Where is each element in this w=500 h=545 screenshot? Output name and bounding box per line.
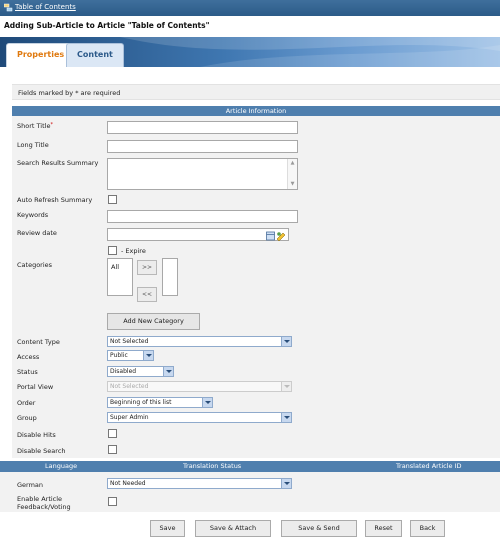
portal-view-label: Portal View [17, 383, 54, 391]
required-marker: * [50, 122, 53, 128]
keywords-input[interactable] [107, 210, 298, 223]
access-select[interactable]: Public [107, 350, 154, 361]
chevron-down-icon[interactable] [281, 479, 291, 488]
selected-categories-list[interactable] [162, 258, 178, 296]
enable-feedback-checkbox[interactable] [108, 497, 117, 506]
disable-hits-label: Disable Hits [17, 431, 56, 439]
expire-checkbox[interactable] [108, 246, 117, 255]
enable-feedback-label-line2: Feedback/Voting [17, 503, 71, 511]
enable-feedback-label-line1: Enable Article [17, 495, 63, 503]
chevron-down-icon[interactable] [202, 398, 212, 407]
save-send-button[interactable]: Save & Send [281, 520, 357, 537]
calendar-icon[interactable] [266, 231, 286, 241]
keywords-label: Keywords [17, 211, 49, 219]
add-category-button[interactable]: Add New Category [107, 313, 200, 330]
save-button[interactable]: Save [150, 520, 185, 537]
content-type-select[interactable]: Not Selected [107, 336, 292, 347]
move-right-button[interactable]: >> [137, 260, 157, 275]
auto-refresh-label: Auto Refresh Summary [17, 196, 93, 204]
order-label: Order [17, 399, 36, 407]
search-summary-label: Search Results Summary [17, 159, 99, 167]
available-categories-list[interactable]: All [107, 258, 133, 296]
portal-view-value: Not Selected [110, 383, 149, 390]
long-title-input[interactable] [107, 140, 298, 153]
categories-label: Categories [17, 261, 53, 269]
search-summary-textarea[interactable]: ▲ ▼ [107, 158, 298, 190]
expire-label: - Expire [121, 247, 146, 255]
disable-hits-checkbox[interactable] [108, 429, 117, 438]
required-note: Fields marked by * are required [18, 89, 121, 97]
status-label: Status [17, 368, 38, 376]
group-label: Group [17, 414, 37, 422]
portal-view-select: Not Selected [107, 381, 292, 392]
translated-id-column-header: Translated Article ID [396, 462, 462, 470]
content-type-value: Not Selected [110, 338, 149, 345]
chevron-down-icon[interactable] [281, 413, 291, 422]
document-tree-icon [4, 3, 13, 12]
breadcrumb-bar: Table of Contents [0, 0, 500, 16]
category-option[interactable]: All [111, 263, 119, 271]
section-header: Article Information [12, 106, 500, 116]
language-column-header: Language [45, 462, 78, 470]
tab-properties[interactable]: Properties [6, 43, 76, 67]
review-date-input[interactable] [107, 228, 289, 241]
chevron-down-icon[interactable] [143, 351, 153, 360]
disable-search-label: Disable Search [17, 447, 66, 455]
tab-bar: Properties Content [0, 37, 500, 67]
required-note-row: Fields marked by * are required [12, 84, 500, 100]
order-value: Beginning of this list [110, 399, 172, 406]
disable-search-checkbox[interactable] [108, 445, 117, 454]
status-value: Disabled [110, 368, 137, 375]
access-label: Access [17, 353, 40, 361]
scroll-down-icon[interactable]: ▼ [289, 181, 296, 188]
reset-button[interactable]: Reset [365, 520, 402, 537]
short-title-label: Short Title* [17, 122, 53, 130]
chevron-down-icon [281, 382, 291, 391]
tab-content[interactable]: Content [66, 43, 124, 67]
group-select[interactable]: Super Admin [107, 412, 292, 423]
save-attach-button[interactable]: Save & Attach [195, 520, 271, 537]
review-date-label: Review date [17, 229, 57, 237]
german-label: German [17, 481, 44, 489]
content-type-label: Content Type [17, 338, 60, 346]
status-select[interactable]: Disabled [107, 366, 174, 377]
scroll-up-icon[interactable]: ▲ [289, 160, 296, 167]
long-title-label: Long Title [17, 141, 49, 149]
translation-header: Language Translation Status Translated A… [0, 461, 500, 472]
access-value: Public [110, 352, 128, 359]
german-translation-value: Not Needed [110, 480, 146, 487]
back-button[interactable]: Back [410, 520, 445, 537]
move-left-button[interactable]: << [137, 287, 157, 302]
order-select[interactable]: Beginning of this list [107, 397, 213, 408]
short-title-label-text: Short Title [17, 122, 51, 130]
page-title: Adding Sub-Article to Article "Table of … [4, 21, 210, 30]
enable-feedback-label: Enable Article Feedback/Voting [17, 495, 71, 511]
chevron-down-icon[interactable] [281, 337, 291, 346]
german-translation-select[interactable]: Not Needed [107, 478, 292, 489]
translation-status-column-header: Translation Status [183, 462, 242, 470]
textarea-scrollbar[interactable]: ▲ ▼ [287, 159, 297, 189]
short-title-input[interactable] [107, 121, 298, 134]
auto-refresh-checkbox[interactable] [108, 195, 117, 204]
chevron-down-icon[interactable] [163, 367, 173, 376]
group-value: Super Admin [110, 414, 149, 421]
breadcrumb-link[interactable]: Table of Contents [15, 3, 76, 11]
